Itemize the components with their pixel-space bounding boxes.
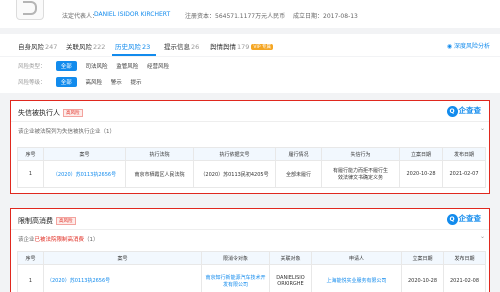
registered-capital: 注册资本：564571.1177万元人民币 <box>185 13 286 20</box>
row-number: 1 <box>17 264 44 292</box>
col-header: 申请人 <box>311 251 402 265</box>
filter-risk-type-label: 风险类型： <box>18 64 46 70</box>
qichacha-brand: Q 企查查 <box>446 213 481 225</box>
section-description: 该企业被法院列为失信被执行企业（1） <box>18 129 116 135</box>
col-header: 发布日期 <box>443 251 486 265</box>
company-logo <box>16 0 44 20</box>
col-header: 关联对象 <box>269 251 312 265</box>
col-header: 立案日期 <box>399 147 443 161</box>
table-row: 1 （2020）苏0113执2656号 南京知行新能源汽车技术开 发有限公司 DA… <box>17 264 486 292</box>
consumption-restriction-section: 限制高消费 高风险 Q 企查查 该企业已被法院限制高消费（1） ⌄ 序号 案号 限消… <box>10 208 490 292</box>
legal-rep-label: 法定代表人： <box>62 13 99 20</box>
filter-type-operational[interactable]: 经营风险 <box>147 62 169 70</box>
applicant-link[interactable]: 上海能悦实业服务有限公司 <box>311 264 402 292</box>
filter-risk-level: 风险等级： 全部 高风险 警示 提示 <box>18 77 149 89</box>
filter-level-notice[interactable]: 提示 <box>131 78 142 86</box>
chevron-down-icon[interactable]: ⌄ <box>480 125 485 132</box>
target-icon: ◉ <box>446 43 454 50</box>
section-description: 该企业已被法院限制高消费（1） <box>18 237 99 243</box>
high-risk-tag: 高风险 <box>56 217 76 225</box>
col-header: 序号 <box>17 147 44 161</box>
table-header-row: 序号 案号 限消令对象 关联对象 申请人 立案日期 发布日期 <box>17 251 486 265</box>
section-title: 限制高消费 高风险 <box>18 216 76 226</box>
related-person: DANIELISIO ORKIRGHE <box>269 264 312 292</box>
legal-rep-name-link[interactable]: DANIEL ISIDOR KIRCHERT <box>94 11 170 18</box>
col-header: 案号 <box>43 147 126 161</box>
high-risk-tag: 高风险 <box>63 109 83 117</box>
risk-tabs: 自身风险247 关联风险222 历史风险23 提示信息26 舆情舆情179 VIP… <box>0 34 500 56</box>
case-number-link[interactable]: （2020）苏0113执2656号 <box>43 264 202 292</box>
col-header: 案号 <box>43 251 202 265</box>
filter-type-judicial[interactable]: 司法风险 <box>86 62 108 70</box>
founded-date: 成立日期：2017-08-13 <box>293 13 358 20</box>
col-header: 发布日期 <box>442 147 486 161</box>
tab-history-risk[interactable]: 历史风险23 <box>115 41 150 51</box>
section-title: 失信被执行人 高风险 <box>18 108 83 118</box>
court: 南京市栖霞区人民法院 <box>125 160 194 188</box>
case-number-link[interactable]: （2020）苏0113执2656号 <box>43 160 126 188</box>
filter-level-all[interactable]: 全部 <box>55 77 77 87</box>
filter-level-warning[interactable]: 警示 <box>111 78 122 86</box>
col-header: 立案日期 <box>401 251 444 265</box>
tab-self-risk[interactable]: 自身风险247 <box>18 41 57 51</box>
chevron-down-icon[interactable]: ⌄ <box>480 233 485 240</box>
basis-doc: （2020）苏0113民初4205号 <box>193 160 276 188</box>
company-header: 法定代表人： DANIEL ISIDOR KIRCHERT 注册资本：56457… <box>0 0 500 28</box>
restricted-target-link[interactable]: 南京知行新能源汽车技术开 发有限公司 <box>201 264 270 292</box>
table-row: 1 （2020）苏0113执2656号 南京市栖霞区人民法院 （2020）苏01… <box>17 160 486 188</box>
qichacha-logo-icon: Q <box>446 214 458 225</box>
description-highlight: 已被法院限制高消费 <box>34 237 85 243</box>
col-header: 失信行为 <box>321 147 400 161</box>
col-header: 序号 <box>17 251 44 265</box>
table-header-row: 序号 案号 执行法院 执行依据文号 履行情况 失信行为 立案日期 发布日期 <box>17 147 486 161</box>
active-tab-indicator <box>112 54 156 56</box>
qichacha-logo-icon: Q <box>446 106 458 117</box>
tab-related-risk[interactable]: 关联风险222 <box>66 41 105 51</box>
filter-type-regulatory[interactable]: 监管风险 <box>116 62 138 70</box>
deep-risk-analysis-link[interactable]: ◉ 深度风险分析 <box>447 41 490 50</box>
qichacha-brand: Q 企查查 <box>446 105 481 117</box>
filter-risk-level-label: 风险等级： <box>18 80 46 86</box>
risk-filters: 风险类型： 全部 司法风险 监管风险 经营风险 风险等级： 全部 高风险 警示 … <box>0 57 500 93</box>
logo-glyph-icon <box>23 1 37 15</box>
col-header: 执行法院 <box>125 147 194 161</box>
tab-notice-info[interactable]: 提示信息26 <box>164 41 199 51</box>
published-date: 2021-02-08 <box>443 264 486 292</box>
consumption-restriction-table: 序号 案号 限消令对象 关联对象 申请人 立案日期 发布日期 1 （2020）苏… <box>17 251 486 292</box>
filter-level-high[interactable]: 高风险 <box>86 78 103 86</box>
dishonest-debtor-section: 失信被执行人 高风险 Q 企查查 该企业被法院列为失信被执行企业（1） ⌄ 序号 案… <box>10 100 490 194</box>
tab-public-opinion[interactable]: 舆情舆情179 VIP 专属 <box>210 41 273 51</box>
published-date: 2021-02-07 <box>442 160 486 188</box>
vip-badge: VIP 专属 <box>251 44 273 50</box>
row-number: 1 <box>17 160 44 188</box>
filter-risk-type: 风险类型： 全部 司法风险 监管风险 经营风险 <box>18 61 176 73</box>
col-header: 执行依据文号 <box>193 147 276 161</box>
col-header: 履行情况 <box>275 147 322 161</box>
divider <box>11 229 489 230</box>
filed-date: 2020-10-28 <box>399 160 443 188</box>
performance-status: 全部未履行 <box>275 160 322 188</box>
dishonest-debtor-table: 序号 案号 执行法院 执行依据文号 履行情况 失信行为 立案日期 发布日期 1 … <box>17 147 486 188</box>
col-header: 限消令对象 <box>201 251 270 265</box>
dishonest-behavior: 有履行能力而拒不履行生 效法律文书确定义务 <box>321 160 400 188</box>
divider <box>11 121 489 122</box>
filter-type-all[interactable]: 全部 <box>55 61 77 71</box>
filed-date: 2020-10-28 <box>401 264 444 292</box>
